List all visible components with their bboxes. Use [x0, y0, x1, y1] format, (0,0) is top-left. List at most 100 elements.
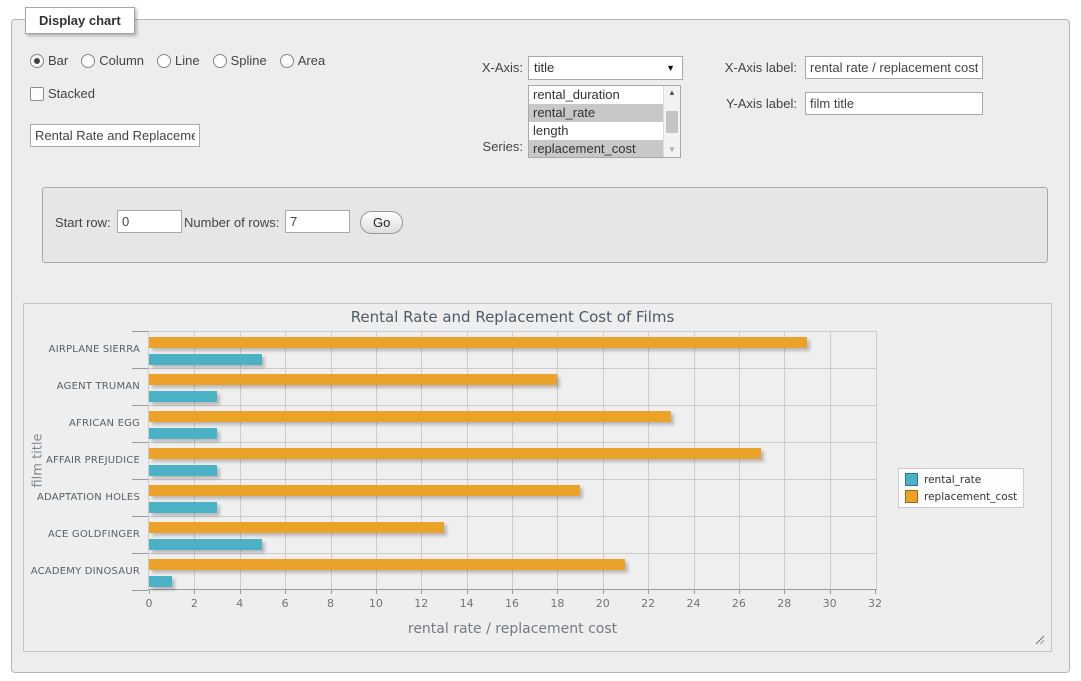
gridline-v: [557, 332, 558, 589]
go-button[interactable]: Go: [360, 211, 403, 234]
row-range-fieldset: Start row: Number of rows: Go: [42, 187, 1048, 263]
start-row-input[interactable]: [117, 210, 182, 233]
resize-grip-icon[interactable]: [1034, 634, 1044, 644]
series-options: rental_durationrental_ratelengthreplacem…: [529, 86, 664, 158]
x-tick-label: 2: [179, 597, 209, 610]
page: Display chart BarColumnLineSplineArea St…: [0, 0, 1081, 681]
scroll-up-icon[interactable]: ▲: [664, 86, 680, 100]
legend-row: rental_rate: [905, 473, 1017, 486]
category-label: AFRICAN EGG: [24, 405, 140, 442]
x-tick-label: 24: [679, 597, 709, 610]
stacked-checkbox[interactable]: Stacked: [30, 86, 95, 102]
legend-swatch-rental_rate: [905, 473, 918, 486]
scrollbar-thumb[interactable]: [666, 111, 678, 133]
gridline-v: [421, 332, 422, 589]
x-tick-mark: [784, 590, 785, 594]
gridline-v: [512, 332, 513, 589]
category-label: ACE GOLDFINGER: [24, 516, 140, 553]
x-tick-label: 20: [588, 597, 618, 610]
series-option-replacement_cost[interactable]: replacement_cost: [529, 140, 664, 158]
bar-replacement_cost: [149, 374, 557, 385]
x-axis-select-label: X-Axis:: [430, 60, 523, 76]
gridline-h: [149, 442, 876, 443]
bar-replacement_cost: [149, 337, 807, 348]
stacked-label: Stacked: [48, 86, 95, 102]
gridline-h: [149, 405, 876, 406]
bar-rental_rate: [149, 391, 217, 402]
chart-type-line[interactable]: Line: [157, 53, 200, 69]
x-axis-label-input[interactable]: [805, 56, 983, 79]
radio-icon: [213, 54, 227, 68]
series-option-rental_duration[interactable]: rental_duration: [529, 86, 664, 104]
gridline-v: [694, 332, 695, 589]
radio-icon: [280, 54, 294, 68]
x-tick-mark: [421, 590, 422, 594]
y-axis-label-label: Y-Axis label:: [700, 96, 797, 112]
chart-type-label: Bar: [48, 53, 68, 69]
num-rows-input[interactable]: [285, 210, 350, 233]
x-tick-mark: [512, 590, 513, 594]
x-tick-mark: [194, 590, 195, 594]
x-tick-label: 16: [497, 597, 527, 610]
x-axis-select[interactable]: title ▼: [528, 56, 683, 80]
x-tick-label: 14: [452, 597, 482, 610]
chart-type-options: Bar Column Line Spline Area: [30, 53, 325, 69]
legend-label: rental_rate: [924, 474, 981, 486]
gridline-v: [467, 332, 468, 589]
x-tick-label: 28: [769, 597, 799, 610]
bar-rental_rate: [149, 465, 217, 476]
bar-replacement_cost: [149, 559, 625, 570]
x-tick-mark: [376, 590, 377, 594]
chart-legend: rental_rate replacement_cost: [898, 468, 1024, 508]
x-axis-selected-value: title: [534, 60, 554, 75]
bar-rental_rate: [149, 576, 172, 587]
gridline-v: [648, 332, 649, 589]
gridline-v: [739, 332, 740, 589]
gridline-h: [149, 516, 876, 517]
gridline-h: [149, 479, 876, 480]
category-label: ADAPTATION HOLES: [24, 479, 140, 516]
num-rows-label: Number of rows:: [184, 215, 279, 231]
series-scrollbar[interactable]: ▲ ▼: [663, 86, 680, 157]
x-tick-mark: [285, 590, 286, 594]
scroll-down-icon[interactable]: ▼: [664, 143, 680, 157]
chart-type-column[interactable]: Column: [81, 53, 144, 69]
gridline-h: [149, 553, 876, 554]
x-tick-label: 0: [134, 597, 164, 610]
chart-type-area[interactable]: Area: [280, 53, 325, 69]
bar-replacement_cost: [149, 522, 444, 533]
display-chart-panel: Display chart BarColumnLineSplineArea St…: [11, 19, 1070, 673]
bar-rental_rate: [149, 428, 217, 439]
x-axis-title: rental rate / replacement cost: [148, 621, 877, 637]
x-tick-mark: [149, 590, 150, 594]
x-tick-label: 8: [316, 597, 346, 610]
chart-type-spline[interactable]: Spline: [213, 53, 267, 69]
legend-swatch-replacement_cost: [905, 490, 918, 503]
series-listbox[interactable]: rental_durationrental_ratelengthreplacem…: [528, 85, 681, 158]
radio-icon: [30, 54, 44, 68]
chart-title-input[interactable]: [30, 124, 200, 147]
chart-type-label: Column: [99, 53, 144, 69]
series-option-length[interactable]: length: [529, 122, 664, 140]
chart-type-label: Spline: [231, 53, 267, 69]
x-tick-label: 30: [815, 597, 845, 610]
legend-row: replacement_cost: [905, 490, 1017, 503]
category-label: AFFAIR PREJUDICE: [24, 442, 140, 479]
series-select-label: Series:: [430, 139, 523, 155]
category-label: ACADEMY DINOSAUR: [24, 553, 140, 590]
chart-type-label: Line: [175, 53, 200, 69]
x-tick-label: 10: [361, 597, 391, 610]
chart-type-label: Area: [298, 53, 325, 69]
bar-replacement_cost: [149, 411, 671, 422]
bar-rental_rate: [149, 354, 262, 365]
chart-type-bar[interactable]: Bar: [30, 53, 68, 69]
gridline-h: [149, 368, 876, 369]
y-axis-label-input[interactable]: [805, 92, 983, 115]
legend-label: replacement_cost: [924, 491, 1017, 503]
series-option-rental_rate[interactable]: rental_rate: [529, 104, 664, 122]
x-tick-label: 32: [860, 597, 890, 610]
gridline-v: [331, 332, 332, 589]
y-tick-mark: [132, 590, 148, 591]
x-tick-mark: [739, 590, 740, 594]
gridline-v: [784, 332, 785, 589]
